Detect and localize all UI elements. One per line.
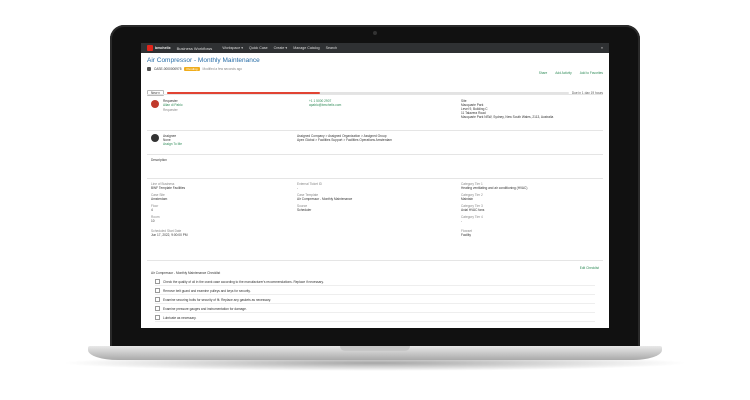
checklist-item[interactable]: Examine pressure gauges and instrumentat…	[155, 305, 595, 313]
case-meta: CASE-0000000975 Pending Modified a few s…	[147, 67, 603, 71]
assigned-group-value: Apex Global > Facilities Support > Facil…	[297, 138, 392, 142]
laptop-screen: bmchelix Business Workflows Workspace Qu…	[141, 43, 609, 328]
category-tier-3-value: Axial HVAC fans	[461, 208, 485, 212]
checklist-item-text: Examine securing bolts for security of f…	[163, 297, 272, 302]
source-value: Scheduler	[297, 208, 312, 212]
top-navigation-bar: bmchelix Business Workflows Workspace Qu…	[141, 43, 609, 53]
case-site-value: Amsterdam	[151, 197, 168, 201]
requester-section: Requester Allan di Pablo Requester +1 1 …	[147, 94, 603, 131]
room-value: 10	[151, 219, 155, 223]
description-section: Description	[147, 154, 603, 179]
requester-role: Requester	[163, 108, 178, 112]
edit-checklist-link[interactable]: Edit Checklist	[580, 266, 599, 270]
external-ticket-label: External Ticket ID	[297, 182, 322, 186]
category-tier-4-label: Category Tier 4	[461, 215, 483, 219]
checklist-item-text: Examine pressure gauges and instrumentat…	[163, 306, 247, 311]
checkbox-icon[interactable]	[155, 288, 160, 293]
nav-workspace[interactable]: Workspace	[222, 46, 243, 50]
nav-search[interactable]: Search	[326, 46, 337, 50]
nav-quick-case[interactable]: Quick Case	[249, 46, 268, 50]
external-ticket-value: -	[297, 186, 299, 190]
checklist-item[interactable]: Remove belt guard and examine pulleys an…	[155, 287, 595, 295]
flowset-value: Facility	[461, 233, 471, 237]
case-template-value: Air Compressor - Monthly Maintenance	[297, 197, 353, 201]
checkbox-icon[interactable]	[155, 306, 160, 311]
checklist-item[interactable]: Lubricate as necessary.	[155, 314, 595, 322]
favorites-button[interactable]: Add to Favorites	[580, 71, 603, 75]
unassigned-avatar-icon	[151, 134, 159, 142]
assignment-section: Assignee None Assign To Me Assigned Comp…	[147, 130, 603, 155]
category-tier-2-value: Maintain	[461, 197, 474, 201]
category-tier-1-value: Heating ventilating and air conditioning…	[461, 186, 528, 190]
checklist-title: Air Compressor - Monthly Maintenance Che…	[151, 271, 221, 275]
checkbox-icon[interactable]	[155, 279, 160, 284]
checklist-section: Edit Checklist Air Compressor - Monthly …	[147, 260, 603, 328]
nav-manage-catalog[interactable]: Manage Catalog	[293, 46, 319, 50]
webcam	[373, 31, 377, 35]
category-tier-4-value: -	[461, 219, 463, 223]
requester-avatar	[151, 100, 159, 108]
header-actions: Share Add Activity Add to Favorites	[539, 71, 603, 75]
modified-timestamp: Modified a few seconds ago	[202, 67, 243, 71]
brand-logo[interactable]: bmchelix	[147, 45, 171, 51]
status-badge[interactable]: Pending	[184, 67, 200, 71]
requester-name[interactable]: Allan di Pablo	[163, 103, 183, 107]
checklist-item[interactable]: Check the quality of oil in the crank ca…	[155, 278, 595, 286]
checkbox-icon[interactable]	[155, 297, 160, 302]
line-of-business-value: BWF Template Facilities	[151, 186, 186, 190]
case-header: Air Compressor - Monthly Maintenance CAS…	[141, 53, 609, 89]
nav-create[interactable]: Create	[274, 46, 288, 50]
bmc-logo-icon	[147, 45, 153, 51]
share-button[interactable]: Share	[539, 71, 548, 75]
assign-to-me-link[interactable]: Assign To Me	[163, 142, 182, 146]
brand-name: bmchelix	[155, 46, 171, 50]
case-id: CASE-0000000975	[154, 67, 182, 71]
laptop-base-notch	[340, 346, 410, 351]
add-activity-button[interactable]: Add Activity	[555, 71, 571, 75]
checklist-item-text: Remove belt guard and examine pulleys an…	[163, 288, 251, 293]
checkbox-icon[interactable]	[155, 315, 160, 320]
user-menu-icon[interactable]: ●	[601, 46, 603, 50]
app-title: Business Workflows	[176, 45, 213, 51]
checklist-item-text: Lubricate as necessary.	[163, 315, 197, 320]
requester-email[interactable]: apablo@bmchelix.com	[309, 103, 341, 107]
page-title: Air Compressor - Monthly Maintenance	[147, 57, 260, 64]
site-line-4: Macquarie Park NSW, Sydney, New South Wa…	[461, 115, 554, 119]
scheduled-start-value: Jun 17, 2022, 9:00:00 PM	[151, 233, 188, 237]
floor-value: 4	[151, 208, 153, 212]
description-label: Description	[151, 158, 167, 162]
details-section: Line of Business BWF Template Facilities…	[147, 178, 603, 261]
lock-icon	[147, 67, 151, 71]
checklist-item-text: Check the quality of oil in the crank ca…	[163, 279, 324, 284]
checklist-item[interactable]: Examine securing bolts for security of f…	[155, 296, 595, 304]
